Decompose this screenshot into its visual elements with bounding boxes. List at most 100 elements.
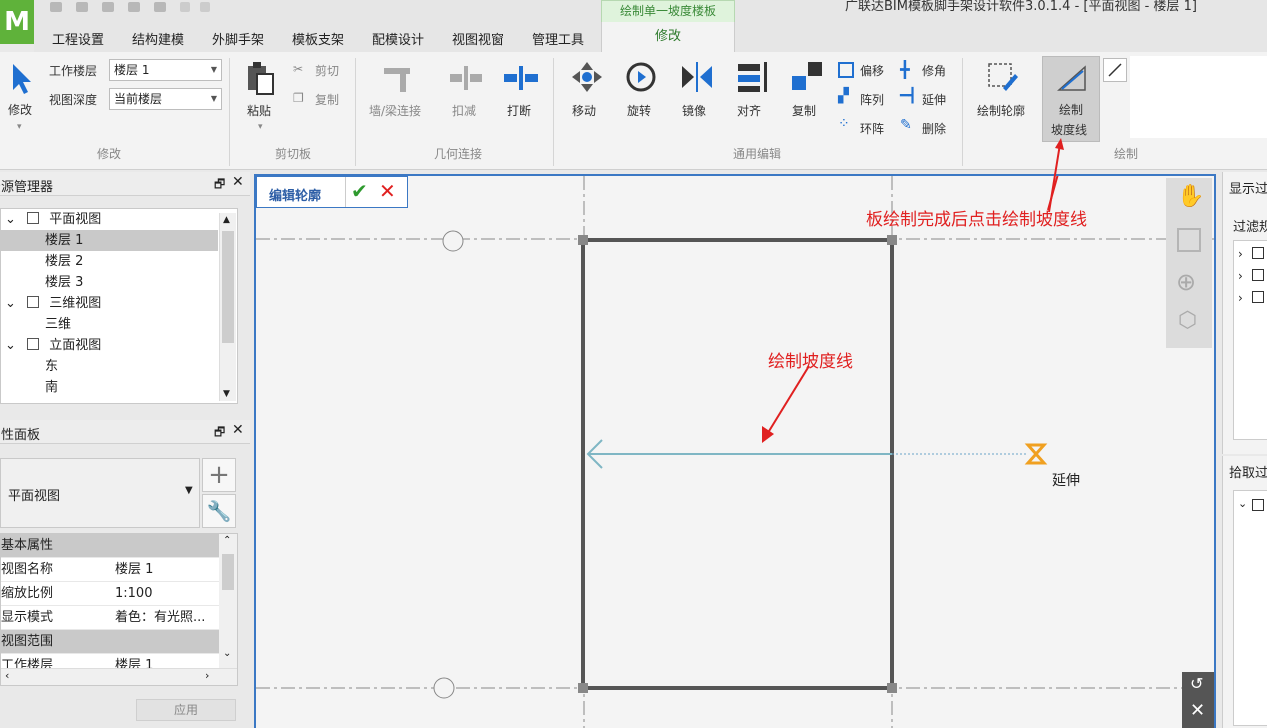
undo-view-icon[interactable]: ↺ [1190, 674, 1203, 693]
collapse-icon[interactable]: ⌄ [1238, 497, 1247, 510]
prop-row-view-name[interactable]: 视图名称 楼层 1 [1, 558, 237, 582]
restore-icon[interactable]: 🗗 [214, 175, 225, 196]
resource-manager-header: 资源管理器 🗗 ✕ [0, 172, 250, 196]
delete-button[interactable]: 删除 [922, 120, 946, 137]
undo-icon[interactable] [180, 2, 190, 12]
quick-new-icon[interactable] [50, 2, 62, 12]
tree-node-east[interactable]: 东 [1, 356, 237, 377]
menu-project-settings[interactable]: 工程设置 [52, 29, 104, 48]
wall-beam-join-button[interactable]: 墙/梁连接 [369, 102, 421, 119]
quick-save-icon[interactable] [102, 2, 114, 12]
work-floor-select[interactable]: 楼层 1 ▼ [109, 59, 222, 81]
scroll-thumb[interactable] [222, 231, 234, 343]
mirror-button[interactable]: 镜像 [682, 102, 706, 119]
move-button[interactable]: 移动 [572, 102, 596, 119]
expand-icon[interactable]: › [1238, 247, 1243, 261]
scroll-left-icon[interactable]: ‹ [5, 669, 9, 682]
zoom-window-icon[interactable] [1177, 228, 1201, 252]
menu-formwork-support[interactable]: 模板支架 [292, 29, 344, 48]
modify-button[interactable]: 修改 [8, 101, 32, 118]
tree-node-elevation-view[interactable]: ⌄ 立面视图 [1, 335, 237, 356]
tree-node-plan-view[interactable]: ⌄ 平面视图 [1, 209, 237, 230]
checkbox[interactable] [1252, 499, 1264, 511]
ring-array-button[interactable]: 环阵 [860, 120, 884, 137]
tree-label: 三维视图 [49, 296, 102, 311]
extend-button[interactable]: 延伸 [922, 91, 946, 108]
copy-small-button[interactable]: 复制 [315, 91, 339, 108]
apply-button[interactable]: 应用 [136, 699, 236, 721]
quick-open-icon[interactable] [76, 2, 88, 12]
tree-scrollbar[interactable]: ▲ ▼ [219, 213, 236, 401]
draw-outline-button[interactable]: 绘制轮廓 [977, 102, 1025, 119]
redo-icon[interactable] [200, 2, 210, 12]
tree-node-floor-1[interactable]: 楼层 1 [1, 230, 218, 251]
rotate-icon [626, 62, 656, 92]
checkbox[interactable] [1252, 269, 1264, 281]
menu-management-tools[interactable]: 管理工具 [532, 29, 584, 48]
tree-node-3d-view[interactable]: ⌄ 三维视图 [1, 293, 237, 314]
annotation-arrow [765, 365, 810, 437]
close-icon[interactable]: ✕ [232, 174, 244, 190]
orbit-icon[interactable]: ⬡ [1178, 308, 1197, 333]
close-icon[interactable]: ✕ [232, 422, 244, 438]
deduct-button[interactable]: 扣减 [452, 102, 476, 119]
menu-formwork-design[interactable]: 配模设计 [372, 29, 424, 48]
quick-print-icon[interactable] [128, 2, 140, 12]
cut-button[interactable]: 剪切 [315, 62, 339, 79]
offset-button[interactable]: 偏移 [860, 62, 884, 79]
expand-icon[interactable]: › [1238, 269, 1243, 283]
grid-bubble [442, 230, 464, 252]
expand-icon[interactable]: › [1238, 291, 1243, 305]
checkbox[interactable] [1252, 247, 1264, 259]
scroll-down-icon[interactable]: ⌄ [223, 648, 231, 659]
break-button[interactable]: 打断 [507, 102, 531, 119]
close-view-icon[interactable]: ✕ [1190, 700, 1205, 721]
array-button[interactable]: 阵列 [860, 91, 884, 108]
prop-row-scale[interactable]: 缩放比例 1:100 [1, 582, 237, 606]
tree-node-3d[interactable]: 三维 [1, 314, 237, 335]
paste-button[interactable]: 粘贴 [247, 102, 271, 119]
h-scrollbar[interactable]: ‹ › [1, 668, 237, 685]
type-selector[interactable]: 平面视图 ▼ [0, 458, 200, 528]
pick-filter-panel: 拾取过 ⌄ [1222, 456, 1267, 728]
wrench-icon[interactable]: 🔧 [202, 494, 236, 528]
ring-array-icon: ⁘ [838, 116, 850, 132]
scroll-up-icon[interactable]: ▲ [223, 215, 230, 225]
draw-line-button[interactable] [1103, 58, 1127, 82]
align-button[interactable]: 对齐 [737, 102, 761, 119]
menu-structure-modeling[interactable]: 结构建模 [132, 29, 184, 48]
zoom-icon[interactable]: ⊕ [1176, 268, 1196, 296]
quick-export-icon[interactable] [154, 2, 166, 12]
add-icon[interactable]: + [202, 458, 236, 492]
expander-icon[interactable]: ⌄ [5, 293, 19, 314]
expander-icon[interactable]: ⌄ [5, 335, 19, 356]
scroll-up-icon[interactable]: ⌃ [223, 535, 231, 546]
tree-node-south[interactable]: 南 [1, 377, 237, 398]
menu-view-window[interactable]: 视图视窗 [452, 29, 504, 48]
view-depth-select[interactable]: 当前楼层 ▼ [109, 88, 222, 110]
scroll-right-icon[interactable]: › [205, 669, 209, 682]
pan-hand-icon[interactable]: ✋ [1177, 184, 1204, 209]
copy-button[interactable]: 复制 [792, 102, 816, 119]
scroll-thumb[interactable] [222, 554, 234, 590]
tab-modify[interactable]: 修改 [601, 22, 735, 52]
checkbox[interactable] [1252, 291, 1264, 303]
tree-node-floor-2[interactable]: 楼层 2 [1, 251, 237, 272]
expander-icon[interactable]: ⌄ [5, 209, 19, 230]
app-logo[interactable]: M [0, 0, 34, 44]
modify-dropdown-icon[interactable]: ▾ [17, 122, 22, 132]
confirm-check-icon[interactable]: ✔ [351, 179, 368, 203]
tree-node-floor-3[interactable]: 楼层 3 [1, 272, 237, 293]
properties-scrollbar[interactable]: ⌃ ⌄ [219, 534, 237, 670]
restore-icon[interactable]: 🗗 [214, 423, 225, 444]
trim-corner-button[interactable]: 修角 [922, 62, 946, 79]
paste-dropdown-icon[interactable]: ▾ [258, 122, 263, 132]
rotate-button[interactable]: 旋转 [627, 102, 651, 119]
prop-row-display-mode[interactable]: 显示模式 着色：有光照... [1, 606, 237, 630]
draw-outline-icon [988, 63, 1018, 91]
tree-label: 楼层 3 [45, 275, 84, 290]
menu-external-scaffold[interactable]: 外脚手架 [212, 29, 264, 48]
draw-slope-line-button[interactable]: 绘制 坡度线 [1042, 56, 1100, 142]
scroll-down-icon[interactable]: ▼ [223, 389, 230, 399]
cancel-x-icon[interactable]: ✕ [379, 179, 396, 203]
